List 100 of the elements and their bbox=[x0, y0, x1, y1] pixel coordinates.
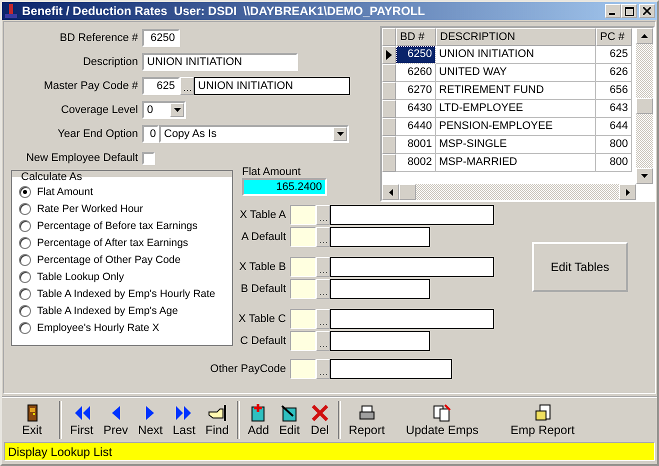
description-field[interactable] bbox=[330, 279, 430, 299]
code-field[interactable] bbox=[290, 205, 316, 225]
description-field[interactable] bbox=[330, 331, 430, 351]
lookup-button[interactable] bbox=[316, 359, 330, 379]
edit-tables-button[interactable]: Edit Tables bbox=[532, 242, 628, 292]
scroll-thumb[interactable] bbox=[636, 98, 653, 114]
column-header[interactable]: BD # bbox=[396, 28, 436, 46]
coverage-level-dropdown[interactable]: 0 bbox=[142, 101, 186, 119]
field-label: X Table B bbox=[238, 261, 287, 273]
table-cell: LTD-EMPLOYEE bbox=[436, 100, 596, 118]
toolbar-button[interactable]: Add bbox=[242, 404, 274, 436]
toolbar-button[interactable]: Edit bbox=[274, 404, 305, 436]
close-icon bbox=[643, 7, 651, 15]
radio-option[interactable]: Percentage of After tax Earnings bbox=[19, 234, 227, 251]
toolbar-button[interactable]: Emp Report bbox=[494, 404, 591, 436]
radio-option[interactable]: Flat Amount bbox=[19, 183, 227, 200]
minimize-button[interactable] bbox=[605, 4, 621, 18]
table-cell: 6430 bbox=[396, 100, 436, 118]
field-label: Other PayCode bbox=[209, 363, 287, 375]
table-cell: 8002 bbox=[396, 154, 436, 172]
toolbar-button[interactable]: Find bbox=[200, 404, 234, 436]
pay-code-description-field[interactable]: UNION INITIATION bbox=[194, 77, 350, 95]
radio-option[interactable]: Table Lookup Only bbox=[19, 268, 227, 285]
description-field[interactable] bbox=[330, 309, 494, 329]
field-label: Description bbox=[82, 56, 139, 68]
toolbar-button[interactable]: Exit bbox=[8, 404, 56, 436]
field-label: X Table C bbox=[238, 313, 287, 325]
toolbar-button[interactable]: Last bbox=[168, 404, 200, 436]
table-cell: 6250 bbox=[396, 46, 436, 64]
lookup-button[interactable] bbox=[316, 205, 330, 225]
close-button[interactable] bbox=[639, 4, 655, 18]
radio-option[interactable]: Percentage of Other Pay Code bbox=[19, 251, 227, 268]
table-cell: UNITED WAY bbox=[436, 64, 596, 82]
toolbar-button[interactable]: Prev bbox=[98, 404, 134, 436]
table-cell: 6270 bbox=[396, 82, 436, 100]
table-cell: UNION INITIATION bbox=[436, 46, 596, 64]
checkbox[interactable] bbox=[142, 152, 155, 164]
lookup-button[interactable] bbox=[316, 331, 330, 351]
field-label: B Default bbox=[240, 283, 287, 295]
column-header[interactable]: DESCRIPTION bbox=[436, 28, 596, 46]
scroll-up-button[interactable] bbox=[636, 28, 653, 44]
table-cell: 644 bbox=[596, 118, 632, 136]
radio-option[interactable]: Table A Indexed by Emp's Hourly Rate bbox=[19, 285, 227, 302]
toolbar-button[interactable]: Next bbox=[133, 404, 168, 436]
year-end-code-field[interactable]: 0 bbox=[142, 125, 159, 143]
toolbar-button[interactable]: First bbox=[65, 404, 98, 436]
radio-option[interactable]: Percentage of Before tax Earnings bbox=[19, 217, 227, 234]
status-text: Display Lookup List bbox=[8, 444, 112, 458]
radio-option[interactable]: Table A Indexed by Emp's Age bbox=[19, 302, 227, 319]
lookup-button[interactable] bbox=[180, 77, 194, 95]
scroll-right-button[interactable] bbox=[619, 184, 636, 200]
lookup-button[interactable] bbox=[316, 309, 330, 329]
bd-reference-field[interactable]: 6250 bbox=[142, 29, 180, 47]
down-arrow-icon bbox=[641, 174, 648, 178]
pay-code-field[interactable]: 625 bbox=[142, 77, 180, 95]
table-cell: 800 bbox=[596, 154, 632, 172]
year-end-option-dropdown[interactable]: Copy As Is bbox=[159, 125, 349, 143]
up-arrow-icon bbox=[641, 34, 648, 38]
description-field[interactable] bbox=[330, 227, 430, 247]
lookup-button[interactable] bbox=[316, 227, 330, 247]
code-field[interactable] bbox=[290, 257, 316, 277]
code-field[interactable] bbox=[290, 227, 316, 247]
row-selector[interactable] bbox=[382, 46, 396, 64]
code-field[interactable] bbox=[290, 331, 316, 351]
toolbar-button[interactable]: Del bbox=[304, 404, 335, 436]
table-cell: MSP-SINGLE bbox=[436, 136, 596, 154]
toolbar-button[interactable]: Report bbox=[344, 404, 390, 436]
vertical-scrollbar[interactable] bbox=[636, 28, 653, 184]
description-field[interactable] bbox=[330, 205, 494, 225]
scroll-down-button[interactable] bbox=[636, 168, 653, 184]
code-field[interactable] bbox=[290, 359, 316, 379]
field-label: Master Pay Code # bbox=[42, 80, 139, 92]
maximize-icon bbox=[624, 6, 634, 16]
report-icon bbox=[532, 404, 553, 422]
description-field[interactable] bbox=[330, 359, 452, 379]
app-icon bbox=[4, 3, 18, 19]
description-field[interactable]: UNION INITIATION bbox=[142, 53, 298, 71]
flat-amount-field[interactable]: 165.2400 bbox=[242, 178, 327, 196]
maximize-button[interactable] bbox=[621, 4, 637, 18]
scroll-left-button[interactable] bbox=[382, 184, 399, 200]
left-arrow-icon bbox=[388, 188, 392, 196]
toolbar-button[interactable]: Update Emps bbox=[390, 404, 495, 436]
group-title: Calculate As bbox=[20, 171, 84, 183]
lookup-button[interactable] bbox=[316, 279, 330, 299]
table-cell: RETIREMENT FUND bbox=[436, 82, 596, 100]
radio-option[interactable]: Rate Per Worked Hour bbox=[19, 200, 227, 217]
radio-option[interactable]: Employee's Hourly Rate X bbox=[19, 319, 227, 336]
code-field[interactable] bbox=[290, 309, 316, 329]
right-arrow-icon bbox=[626, 188, 630, 196]
lookup-button[interactable] bbox=[316, 257, 330, 277]
table-cell: 6440 bbox=[396, 118, 436, 136]
field-label: New Employee Default bbox=[25, 152, 139, 164]
field-label: X Table A bbox=[238, 209, 287, 221]
column-header[interactable]: PC # bbox=[596, 28, 632, 46]
description-field[interactable] bbox=[330, 257, 494, 277]
edit-document-icon bbox=[279, 404, 300, 422]
scroll-thumb[interactable] bbox=[399, 184, 416, 200]
horizontal-scrollbar[interactable] bbox=[382, 184, 636, 200]
printer-icon bbox=[356, 404, 377, 422]
code-field[interactable] bbox=[290, 279, 316, 299]
